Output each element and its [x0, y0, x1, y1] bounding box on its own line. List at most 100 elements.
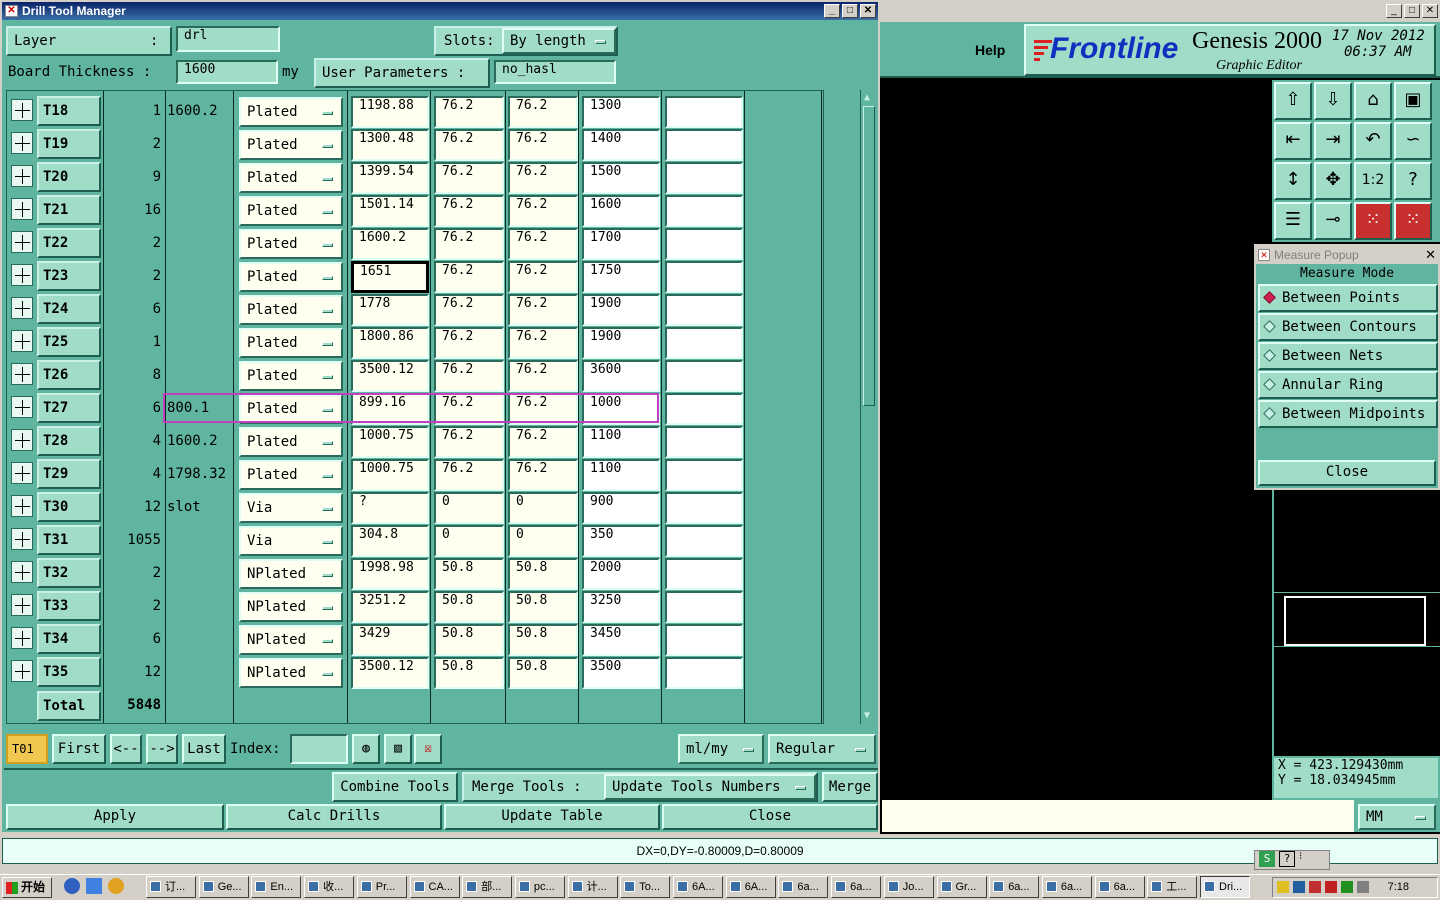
finish-size-input[interactable]: 1651: [351, 261, 429, 293]
tool-id-button[interactable]: T20: [37, 162, 101, 192]
popup-close-icon[interactable]: ✕: [1425, 246, 1436, 264]
taskbar-item[interactable]: 收...: [304, 876, 355, 898]
finish-size-input[interactable]: 3500.12: [351, 657, 429, 689]
tol-plus-input[interactable]: 50.8: [434, 657, 504, 689]
taskbar-item[interactable]: Jo...: [883, 876, 934, 898]
expand-icon[interactable]: [11, 528, 33, 550]
expand-icon[interactable]: [11, 363, 33, 385]
pan-right-icon[interactable]: ⇥: [1314, 122, 1352, 160]
redraw-icon[interactable]: ∽: [1394, 122, 1432, 160]
help-button[interactable]: Help: [975, 42, 1005, 58]
help-icon[interactable]: ?: [1394, 162, 1432, 200]
genesis-minimize-button[interactable]: _: [1386, 4, 1402, 18]
taskbar-item[interactable]: 计...: [567, 876, 618, 898]
tol-plus-input[interactable]: 76.2: [434, 327, 504, 359]
finish-size-input[interactable]: 1000.75: [351, 426, 429, 458]
tool-id-button[interactable]: T24: [37, 294, 101, 324]
scroll-down-arrow[interactable]: ▼: [864, 710, 870, 721]
tray-icon-5[interactable]: [1341, 881, 1353, 893]
close-button[interactable]: Close: [662, 804, 878, 830]
expand-icon[interactable]: [11, 660, 33, 682]
tool-id-button[interactable]: T31: [37, 525, 101, 555]
ime-help-icon[interactable]: ?: [1279, 851, 1295, 867]
units-select[interactable]: ml/my: [678, 734, 764, 764]
notes-input[interactable]: [665, 525, 743, 557]
finish-size-input[interactable]: 1778: [351, 294, 429, 326]
plating-select[interactable]: Plated: [239, 427, 343, 457]
plating-select[interactable]: Plated: [239, 262, 343, 292]
drill-size-input[interactable]: 1100: [582, 459, 660, 491]
taskbar-item[interactable]: 6a...: [1041, 876, 1092, 898]
genesis-maximize-button[interactable]: □: [1404, 4, 1420, 18]
tool-id-button[interactable]: T33: [37, 591, 101, 621]
notes-input[interactable]: [665, 459, 743, 491]
taskbar-item[interactable]: 6A...: [673, 876, 723, 898]
tool-id-button[interactable]: T23: [37, 261, 101, 291]
tol-plus-input[interactable]: 76.2: [434, 96, 504, 128]
measure-option[interactable]: Between Midpoints: [1258, 400, 1438, 428]
genesis-close-button[interactable]: ✕: [1422, 4, 1438, 18]
delete-icon[interactable]: ☒: [414, 734, 442, 764]
home-down-icon[interactable]: ⇩: [1314, 82, 1352, 120]
finish-size-input[interactable]: ?: [351, 492, 429, 524]
taskbar-item[interactable]: 部...: [462, 876, 513, 898]
tool-id-button[interactable]: T26: [37, 360, 101, 390]
close-window-button[interactable]: ✕: [860, 4, 876, 18]
drill-size-input[interactable]: 3500: [582, 657, 660, 689]
combine-tools-button[interactable]: Combine Tools: [332, 772, 458, 802]
tool-id-button[interactable]: T30: [37, 492, 101, 522]
taskbar-item[interactable]: To...: [620, 876, 671, 898]
desktop-icon[interactable]: [86, 878, 102, 894]
measure-icon[interactable]: ⊸: [1314, 202, 1352, 240]
tol-minus-input[interactable]: 0: [508, 525, 578, 557]
tool-id-button[interactable]: T21: [37, 195, 101, 225]
tool-id-button[interactable]: T25: [37, 327, 101, 357]
start-button[interactable]: 开始: [2, 877, 52, 898]
drill-size-input[interactable]: 1600: [582, 195, 660, 227]
mode-select[interactable]: Regular: [768, 734, 876, 764]
home-icon[interactable]: ⌂: [1354, 82, 1392, 120]
drill-size-input[interactable]: 1300: [582, 96, 660, 128]
drill-size-input[interactable]: 1100: [582, 426, 660, 458]
expand-icon[interactable]: [11, 198, 33, 220]
one-to-one-icon[interactable]: 1:2: [1354, 162, 1392, 200]
tol-minus-input[interactable]: 0: [508, 492, 578, 524]
tol-minus-input[interactable]: 76.2: [508, 327, 578, 359]
taskbar-item[interactable]: CA...: [409, 876, 460, 898]
expand-icon[interactable]: [11, 627, 33, 649]
next-button[interactable]: -->: [146, 734, 178, 764]
notes-input[interactable]: [665, 294, 743, 326]
tool-id-button[interactable]: T32: [37, 558, 101, 588]
tol-minus-input[interactable]: 76.2: [508, 261, 578, 293]
expand-icon[interactable]: [11, 297, 33, 319]
tol-minus-input[interactable]: 76.2: [508, 360, 578, 392]
tol-plus-input[interactable]: 76.2: [434, 459, 504, 491]
snap-grid-icon[interactable]: ⁙: [1354, 202, 1392, 240]
finish-size-input[interactable]: 304.8: [351, 525, 429, 557]
expand-icon[interactable]: [11, 396, 33, 418]
taskbar-item[interactable]: 6a...: [1094, 876, 1145, 898]
window-icon[interactable]: ▣: [1394, 82, 1432, 120]
pan-left-icon[interactable]: ⇤: [1274, 122, 1312, 160]
genesis-units-select[interactable]: MM: [1358, 804, 1436, 830]
expand-icon[interactable]: [11, 264, 33, 286]
drill-size-input[interactable]: 1500: [582, 162, 660, 194]
measure-popup-titlebar[interactable]: ✕ Measure Popup ✕: [1256, 246, 1438, 264]
measure-option[interactable]: Between Points: [1258, 284, 1438, 312]
measure-option[interactable]: Between Nets: [1258, 342, 1438, 370]
board-thickness-input[interactable]: 1600: [176, 60, 278, 84]
tol-minus-input[interactable]: 50.8: [508, 624, 578, 656]
notes-input[interactable]: [665, 96, 743, 128]
notes-input[interactable]: [665, 129, 743, 161]
drill-size-input[interactable]: 1750: [582, 261, 660, 293]
measure-option[interactable]: Between Contours: [1258, 313, 1438, 341]
notes-input[interactable]: [665, 591, 743, 623]
first-button[interactable]: First: [52, 734, 106, 764]
tool-id-button[interactable]: T35: [37, 657, 101, 687]
finish-size-input[interactable]: 3429: [351, 624, 429, 656]
finish-size-input[interactable]: 1600.2: [351, 228, 429, 260]
finish-size-input[interactable]: 1300.48: [351, 129, 429, 161]
tol-minus-input[interactable]: 76.2: [508, 459, 578, 491]
notes-input[interactable]: [665, 426, 743, 458]
finish-size-input[interactable]: 1000.75: [351, 459, 429, 491]
